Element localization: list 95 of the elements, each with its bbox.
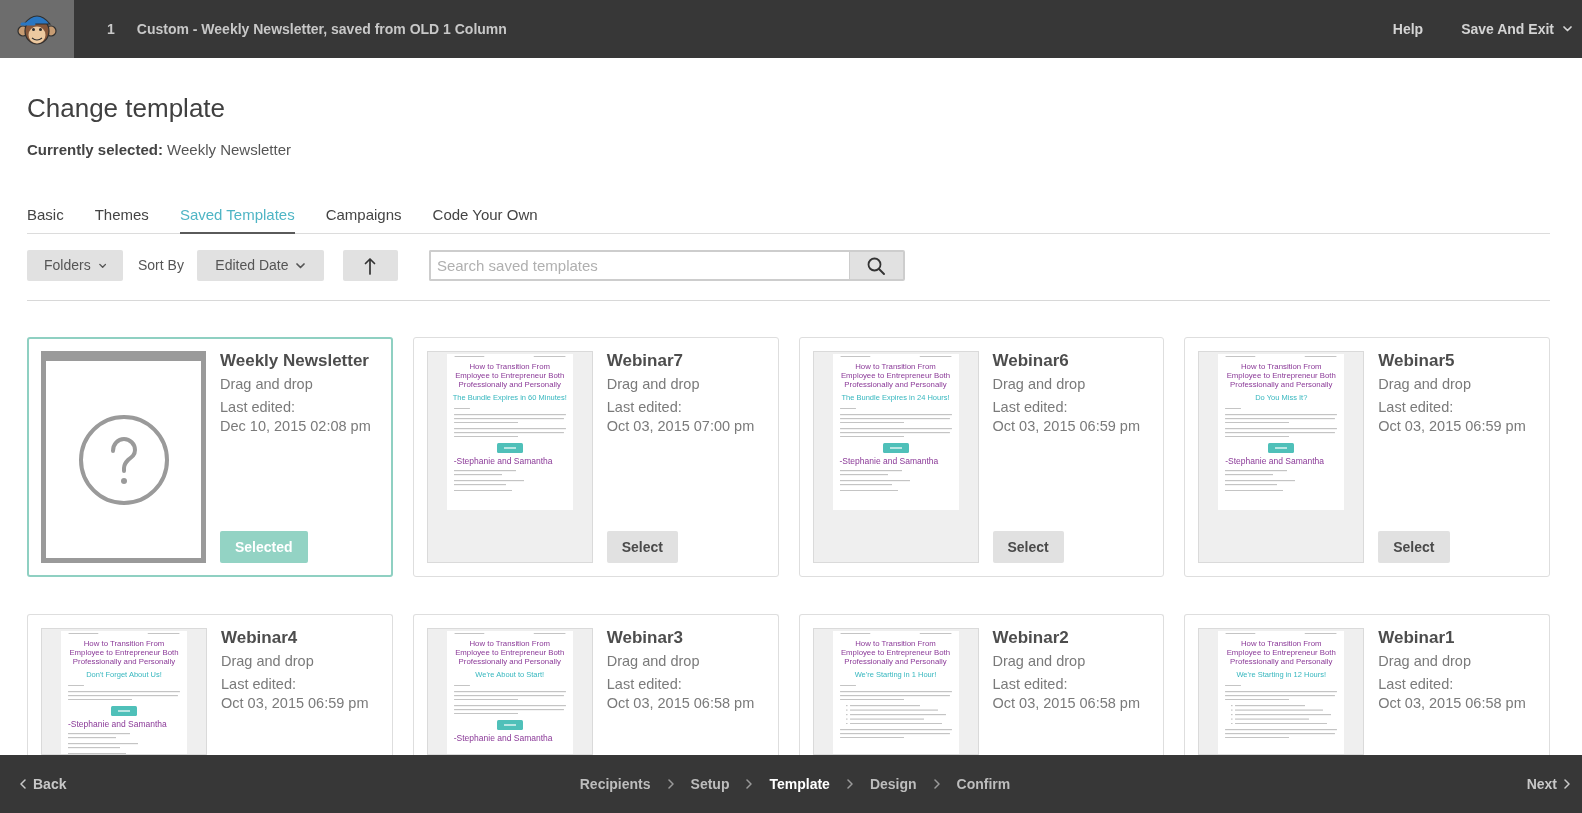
last-edited-date: Dec 10, 2015 02:08 pm: [220, 417, 371, 436]
folders-dropdown[interactable]: Folders: [27, 250, 123, 281]
template-name: Webinar3: [606, 628, 684, 648]
email-button-icon: [1268, 443, 1295, 454]
chevron-right-icon: [846, 779, 853, 789]
text-lines-drawing: [68, 684, 84, 686]
last-edited-label: Last edited:: [606, 398, 683, 417]
template-type: Drag and drop: [992, 375, 1087, 394]
text-lines-drawing: [453, 407, 470, 409]
template-name: Weekly Newsletter: [220, 351, 370, 371]
text-lines-drawing: [839, 684, 856, 686]
page-title: Change template: [27, 93, 227, 124]
email-button-icon: [496, 720, 523, 731]
template-type: Drag and drop: [992, 652, 1087, 671]
template-card[interactable]: [798, 337, 1165, 577]
chevron-right-icon: [933, 779, 940, 789]
last-edited-label: Last edited:: [606, 675, 683, 694]
template-name: Webinar5: [1378, 351, 1456, 371]
template-type: Drag and drop: [606, 652, 701, 671]
current-template-text: Currently selected: Weekly Newsletter: [27, 140, 292, 160]
email-signature: -Stephanie and Samantha: [1225, 456, 1326, 467]
sort-order-button[interactable]: [342, 250, 398, 281]
help-link[interactable]: Help: [1392, 18, 1424, 40]
last-edited-label: Last edited:: [992, 398, 1069, 417]
email-signature: -Stephanie and Samantha: [453, 733, 554, 744]
template-type: Drag and drop: [221, 652, 315, 671]
last-edited-label: Last edited:: [1378, 398, 1455, 417]
template-type: Drag and drop: [1378, 652, 1472, 671]
email-button-icon: [496, 443, 523, 454]
last-edited-label: Last edited:: [1378, 675, 1455, 694]
tab[interactable]: Basic: [27, 205, 64, 234]
template-name: Webinar2: [992, 628, 1070, 648]
email-signature: -Stephanie and Samantha: [68, 719, 168, 730]
template-type: Drag and drop: [1378, 375, 1472, 394]
last-edited-date: Oct 03, 2015 07:00 pm: [606, 417, 755, 436]
template-name: Webinar7: [606, 351, 684, 371]
campaign-title: Custom - Weekly Newsletter, saved from OLD 1 Column: [136, 19, 507, 39]
step-number: 1: [107, 19, 115, 39]
monkey-logo-icon[interactable]: [0, 0, 74, 58]
text-lines-drawing: [839, 407, 856, 409]
search-button[interactable]: [848, 250, 905, 281]
select-button[interactable]: Select: [606, 531, 678, 563]
tab[interactable]: Code Your Own: [432, 205, 538, 234]
select-button[interactable]: Select: [992, 531, 1064, 563]
template-name: Webinar4: [221, 628, 299, 648]
chevron-left-icon: [20, 779, 26, 789]
last-edited-label: Last edited:: [992, 675, 1069, 694]
chevron-right-icon: [1564, 779, 1570, 789]
email-signature: -Stephanie and Samantha: [453, 456, 554, 467]
save-and-exit-menu[interactable]: Save And Exit: [1461, 18, 1572, 40]
last-edited-date: Oct 03, 2015 06:58 pm: [1378, 694, 1526, 713]
last-edited-date: Oct 03, 2015 06:58 pm: [606, 694, 755, 713]
chevron-right-icon: [746, 779, 753, 789]
tab[interactable]: Themes: [94, 205, 149, 234]
email-button-icon: [111, 706, 137, 717]
text-lines-drawing: [453, 470, 524, 492]
text-lines-drawing: [1225, 407, 1242, 409]
next-link[interactable]: Next: [1526, 773, 1570, 795]
tab[interactable]: Campaigns: [325, 205, 402, 234]
template-type: Drag and drop: [220, 375, 314, 394]
question-icon: [77, 413, 170, 506]
step-link[interactable]: Setup: [690, 773, 730, 795]
search-icon: [867, 256, 886, 275]
caret-icon: [1563, 26, 1572, 32]
chevron-right-icon: [667, 779, 674, 789]
step-link[interactable]: Recipients: [579, 773, 651, 795]
text-lines-drawing: [68, 733, 138, 754]
select-button[interactable]: Select: [1378, 531, 1450, 563]
sort-by-label: Sort By: [138, 256, 184, 275]
caret-icon: [296, 262, 306, 269]
template-card[interactable]: [412, 337, 779, 577]
text-lines-drawing: [1225, 470, 1296, 492]
sort-dropdown[interactable]: Edited Date: [196, 250, 324, 281]
last-edited-date: Oct 03, 2015 06:58 pm: [992, 694, 1140, 713]
email-signature: -Stephanie and Samantha: [839, 456, 940, 467]
template-name: Webinar6: [992, 351, 1070, 371]
template-type: Drag and drop: [606, 375, 701, 394]
arrow-up-icon: [364, 256, 377, 275]
search-field[interactable]: Search saved templates: [428, 250, 849, 281]
last-edited-date: Oct 03, 2015 06:59 pm: [992, 417, 1140, 436]
step-link[interactable]: Confirm: [956, 773, 1011, 795]
template-card[interactable]: Weekly Newsletter Drag and drop Last edited: Dec 10, 2015 02:08 pm Selected: [27, 337, 393, 577]
template-name: Webinar1: [1378, 628, 1456, 648]
back-link[interactable]: Back: [20, 773, 67, 795]
text-lines-drawing: [839, 470, 910, 492]
caret-icon: [98, 262, 106, 269]
last-edited-date: Oct 03, 2015 06:59 pm: [1378, 417, 1526, 436]
text-lines-drawing: [1225, 684, 1242, 686]
email-button-icon: [882, 443, 909, 454]
last-edited-date: Oct 03, 2015 06:59 pm: [221, 694, 369, 713]
step-link[interactable]: Design: [869, 773, 917, 795]
text-lines-drawing: [453, 684, 470, 686]
step-link[interactable]: Template: [769, 773, 830, 795]
last-edited-label: Last edited:: [220, 398, 296, 417]
last-edited-label: Last edited:: [221, 675, 297, 694]
